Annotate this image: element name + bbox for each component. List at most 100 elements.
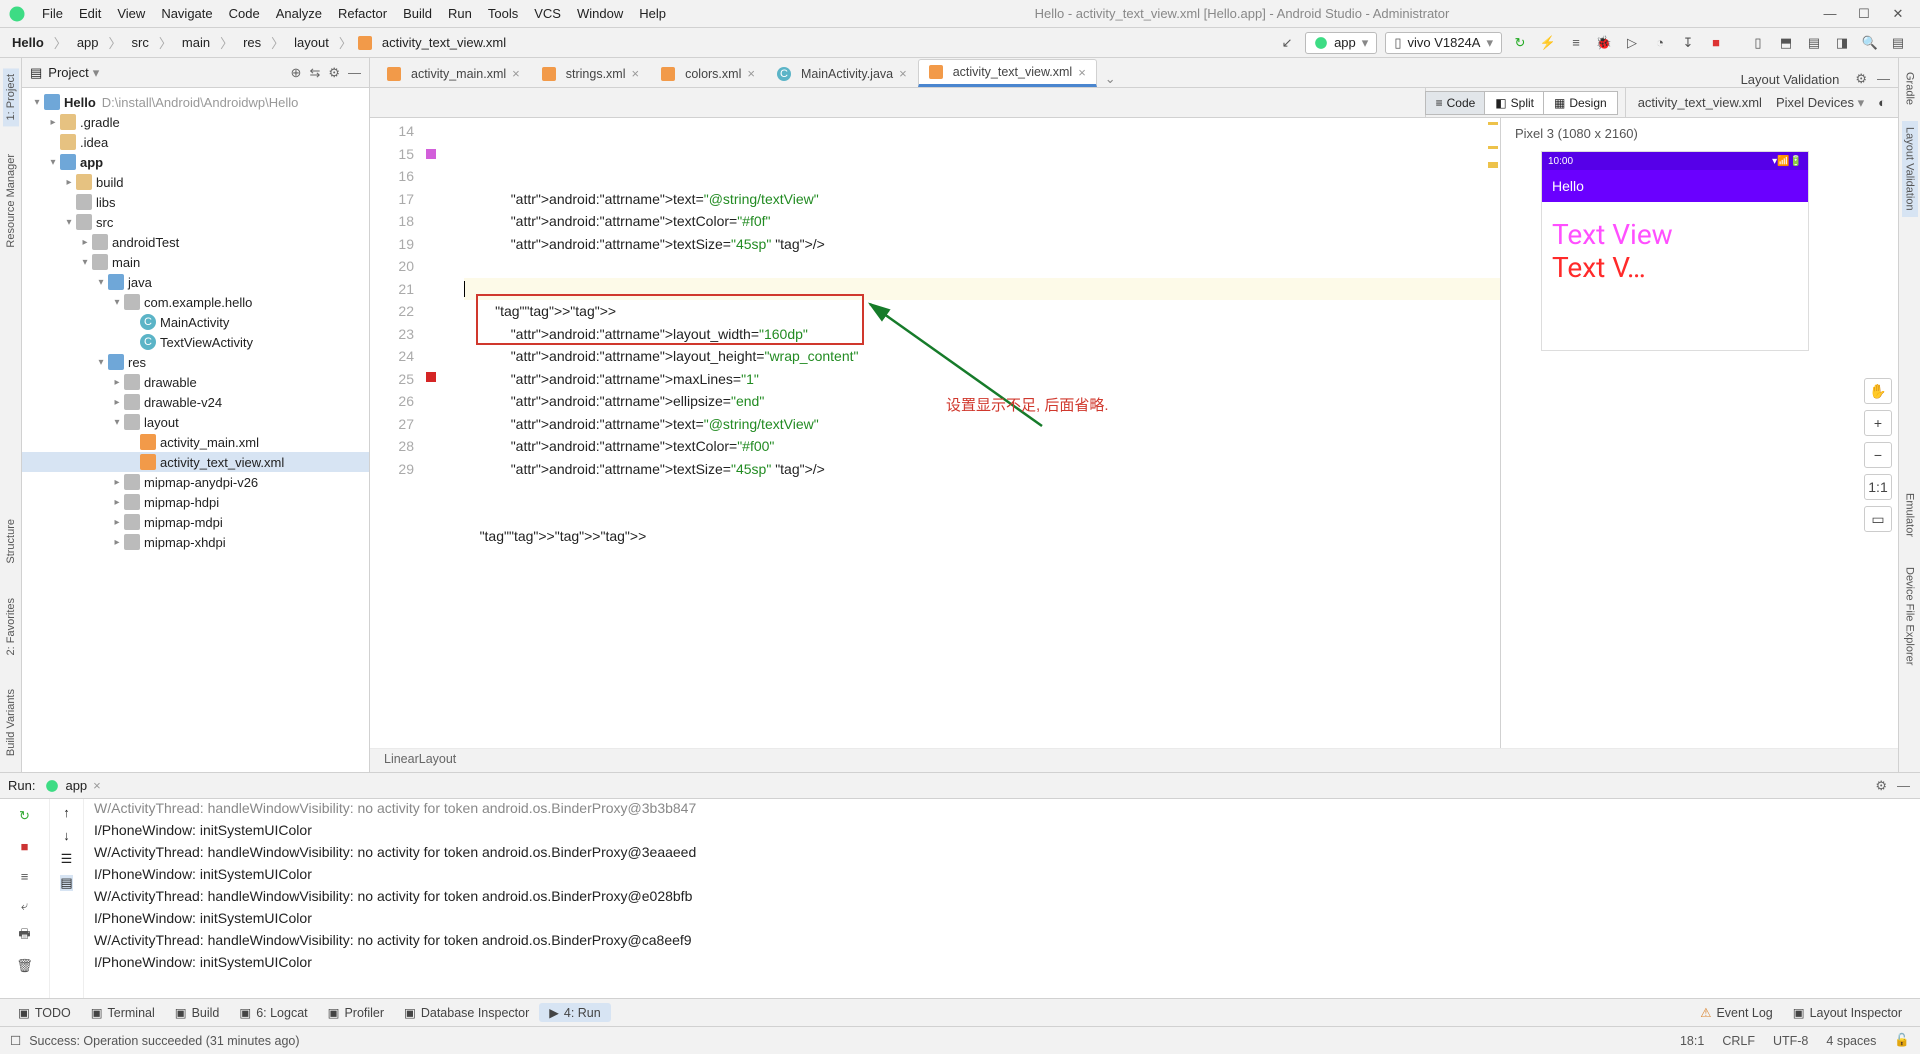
menu-refactor[interactable]: Refactor [330,4,395,23]
editor-tab[interactable]: strings.xml× [531,59,650,87]
tree-item[interactable]: ▸drawable [22,372,369,392]
soft-wrap-icon[interactable]: ⤶ [14,895,36,917]
tool-run[interactable]: ▶4: Run [539,1003,610,1022]
tool-databaseinspector[interactable]: ▣Database Inspector [394,1003,539,1022]
locate-icon[interactable]: ⊕ [291,65,302,81]
editor-tab[interactable]: activity_main.xml× [376,59,531,87]
breadcrumb-item[interactable]: res [239,33,265,52]
clear-icon[interactable]: 🗑 [14,955,36,977]
indent-setting[interactable]: 4 spaces [1826,1034,1876,1048]
device-selector[interactable]: ▯vivo V1824A▾ [1385,32,1502,54]
tree-item[interactable]: ▾java [22,272,369,292]
gutter-project[interactable]: 1: Project [3,68,19,126]
gutter-resource-manager[interactable]: Resource Manager [3,148,19,254]
expand-all-icon[interactable]: ⇆ [309,65,320,81]
menu-file[interactable]: File [34,4,71,23]
debug-icon[interactable]: 🐞 [1593,32,1615,54]
more-tabs-icon[interactable]: ⌄ [1097,71,1124,87]
design-mode-button[interactable]: ▦ Design [1543,91,1618,115]
layout-toggle-icon[interactable]: ≡ [14,865,36,887]
settings-icon[interactable]: ▤ [1887,32,1909,54]
breadcrumb-item[interactable]: app [73,33,103,52]
preview-control-2[interactable]: − [1864,442,1892,468]
close-button[interactable]: ✕ [1884,4,1912,24]
hide-panel-icon[interactable]: — [1877,71,1890,87]
tree-item[interactable]: ▾HelloD:\install\Android\Androidwp\Hello [22,92,369,112]
rerun-button[interactable]: ↻ [14,805,36,827]
panel-gear-icon[interactable]: ⚙ [1855,71,1867,87]
stop-run-button[interactable]: ■ [14,835,36,857]
gutter-favorites[interactable]: 2: Favorites [3,592,19,661]
tree-item[interactable]: ▸mipmap-mdpi [22,512,369,532]
editor-tab[interactable]: activity_text_view.xml× [918,59,1097,87]
attach-debugger-icon[interactable]: ↧ [1677,32,1699,54]
preview-control-3[interactable]: 1:1 [1864,474,1892,500]
gutter-device-file-explorer[interactable]: Device File Explorer [1902,561,1918,671]
tree-item[interactable]: ▸mipmap-xhdpi [22,532,369,552]
tool-logcat[interactable]: ▣6: Logcat [229,1003,317,1022]
gutter-layout-validation[interactable]: Layout Validation [1902,121,1918,217]
tool-layoutinspector[interactable]: ▣Layout Inspector [1783,1003,1912,1022]
preview-control-1[interactable]: + [1864,410,1892,436]
file-encoding[interactable]: UTF-8 [1773,1034,1808,1048]
avd-manager-icon[interactable]: ▯ [1747,32,1769,54]
tree-item[interactable]: ▸mipmap-anydpi-v26 [22,472,369,492]
menu-vcs[interactable]: VCS [526,4,569,23]
preview-control-4[interactable]: ▭ [1864,506,1892,532]
tool-terminal[interactable]: ▣Terminal [81,1003,165,1022]
close-tab-icon[interactable]: × [747,66,755,81]
close-tab-icon[interactable]: × [512,66,520,81]
tree-item[interactable]: .idea [22,132,369,152]
tree-item[interactable]: ▾app [22,152,369,172]
up-icon[interactable]: ↑ [63,805,70,820]
breadcrumb-item[interactable]: activity_text_view.xml [378,33,510,52]
menu-run[interactable]: Run [440,4,480,23]
tree-item[interactable]: ▾com.example.hello [22,292,369,312]
tool-todo[interactable]: ▣TODO [8,1003,81,1022]
menu-window[interactable]: Window [569,4,631,23]
layout-inspector-icon[interactable]: ◨ [1831,32,1853,54]
tree-item[interactable]: ▸.gradle [22,112,369,132]
minimize-button[interactable]: — [1816,4,1844,24]
tree-item[interactable]: ▸drawable-v24 [22,392,369,412]
code-breadcrumb[interactable]: LinearLayout [370,748,1898,772]
menu-tools[interactable]: Tools [480,4,526,23]
breadcrumb-item[interactable]: main [178,33,214,52]
print-icon[interactable]: 🖶 [14,925,36,947]
caret-position[interactable]: 18:1 [1680,1034,1704,1048]
menu-help[interactable]: Help [631,4,674,23]
preview-refresh-icon[interactable]: ◐ [1878,95,1886,110]
project-view-selector[interactable]: ▾ [93,65,100,81]
gutter-emulator[interactable]: Emulator [1902,487,1918,543]
menu-analyze[interactable]: Analyze [268,4,330,23]
resource-manager-icon[interactable]: ▤ [1803,32,1825,54]
tree-item[interactable]: ▸mipmap-hdpi [22,492,369,512]
run-configuration-selector[interactable]: app▾ [1305,32,1377,54]
menu-edit[interactable]: Edit [71,4,109,23]
run-config-tab[interactable]: app × [45,778,100,793]
device-preview[interactable]: 10:00▾📶🔋 Hello Text View Text V… [1541,151,1809,351]
tree-item[interactable]: activity_main.xml [22,432,369,452]
scroll-to-end-icon[interactable]: ▤ [60,875,72,891]
menu-view[interactable]: View [109,4,153,23]
code-editor[interactable]: 14151617181920212223242526272829 "attr">… [370,118,1500,748]
run-log[interactable]: W/ActivityThread: handleWindowVisibility… [84,799,1920,998]
hide-panel-icon[interactable]: — [348,65,361,81]
status-icon[interactable]: ☐ [10,1033,21,1048]
close-tab-icon[interactable]: × [632,66,640,81]
error-stripe[interactable] [1486,118,1500,748]
run-gear-icon[interactable]: ⚙ [1875,778,1887,794]
sdk-manager-icon[interactable]: ⬒ [1775,32,1797,54]
gutter-structure[interactable]: Structure [3,513,19,570]
tool-profiler[interactable]: ▣Profiler [318,1003,394,1022]
gutter-gradle[interactable]: Gradle [1902,66,1918,111]
sync-icon[interactable]: ↙ [1276,32,1298,54]
filter-icon[interactable]: ☰ [61,851,73,867]
breadcrumb-item[interactable]: layout [290,33,333,52]
stop-button[interactable]: ■ [1705,32,1727,54]
maximize-button[interactable]: ☐ [1850,4,1878,24]
tree-item[interactable]: ▾layout [22,412,369,432]
gutter-build-variants[interactable]: Build Variants [3,683,19,762]
menu-code[interactable]: Code [221,4,268,23]
tool-build[interactable]: ▣Build [165,1003,230,1022]
